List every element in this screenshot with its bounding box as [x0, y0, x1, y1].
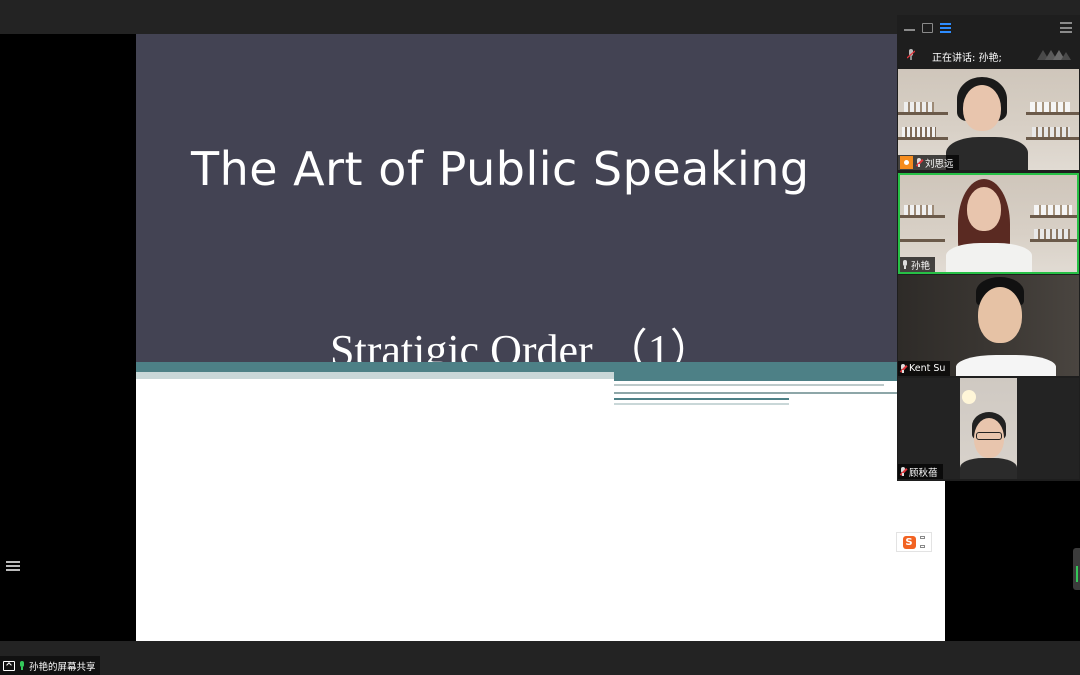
participant-tile[interactable]: 顾秋蓓 — [898, 378, 1079, 479]
participant-name-tag: Kent Su — [898, 361, 951, 376]
participant-tile[interactable]: Kent Su — [898, 275, 1079, 376]
slide-accent-line — [614, 403, 789, 405]
slide-accent-line — [614, 392, 945, 394]
side-panel-tab[interactable] — [1073, 548, 1080, 590]
slide-accent-light-band — [136, 372, 614, 379]
participant-name-tag: 孙艳 — [900, 257, 936, 272]
participant-name-tag: 顾秋蓓 — [898, 464, 943, 479]
participant-name-tag: 刘思远 — [898, 155, 959, 170]
mic-on-icon — [902, 260, 908, 269]
participant-name: 孙艳 — [911, 260, 931, 272]
participant-video — [946, 179, 1032, 272]
ime-toolbar[interactable]: S — [896, 532, 932, 552]
ime-menu-icon[interactable] — [919, 536, 926, 548]
video-panel-header — [897, 15, 1080, 41]
host-icon — [900, 156, 913, 169]
speaking-bar: 正在讲话: 孙艳; — [897, 42, 1080, 68]
active-speaker-label: 正在讲话: 孙艳; — [932, 53, 1002, 64]
screen-share-icon — [3, 660, 15, 671]
participant-name: 刘思远 — [925, 158, 954, 170]
thumbnail-view-icon[interactable] — [922, 23, 933, 33]
minimize-icon[interactable] — [904, 28, 915, 31]
mic-muted-icon — [915, 158, 924, 167]
screen-share-indicator[interactable]: 孙艳的屏幕共享 — [0, 656, 100, 675]
side-by-side-icon[interactable] — [1060, 22, 1072, 33]
screen-share-label: 孙艳的屏幕共享 — [29, 661, 96, 673]
meeting-logo-icon — [1037, 50, 1071, 60]
glasses — [976, 432, 1002, 440]
list-icon[interactable] — [6, 561, 20, 573]
bottom-toolbar — [0, 641, 1080, 675]
participant-tile-active[interactable]: 孙艳 — [898, 173, 1079, 274]
speaker-view-icon[interactable] — [940, 23, 951, 33]
mic-muted-icon — [899, 364, 908, 373]
participant-name: 顾秋蓓 — [909, 467, 938, 479]
microphone-icon — [907, 49, 915, 60]
participant-tile[interactable]: 刘思远 — [898, 69, 1079, 170]
sogou-icon[interactable]: S — [902, 535, 916, 549]
participant-video — [960, 378, 1017, 479]
participant-name: Kent Su — [909, 363, 946, 374]
participant-video — [946, 77, 1028, 170]
shared-slide: The Art of Public Speaking Stratigic Ord… — [136, 34, 945, 641]
slide-accent-line — [614, 378, 945, 381]
slide-accent-line — [614, 384, 884, 386]
participant-video — [956, 277, 1056, 376]
slide-title: The Art of Public Speaking — [191, 142, 810, 196]
mic-muted-icon — [899, 467, 908, 476]
slide-accent-line — [614, 398, 789, 400]
mic-on-icon — [19, 660, 25, 671]
video-panel: 正在讲话: 孙艳; 刘思远 孙艳 Kent Su 顾秋蓓 — [897, 15, 1080, 481]
slide-header-block — [136, 34, 945, 362]
